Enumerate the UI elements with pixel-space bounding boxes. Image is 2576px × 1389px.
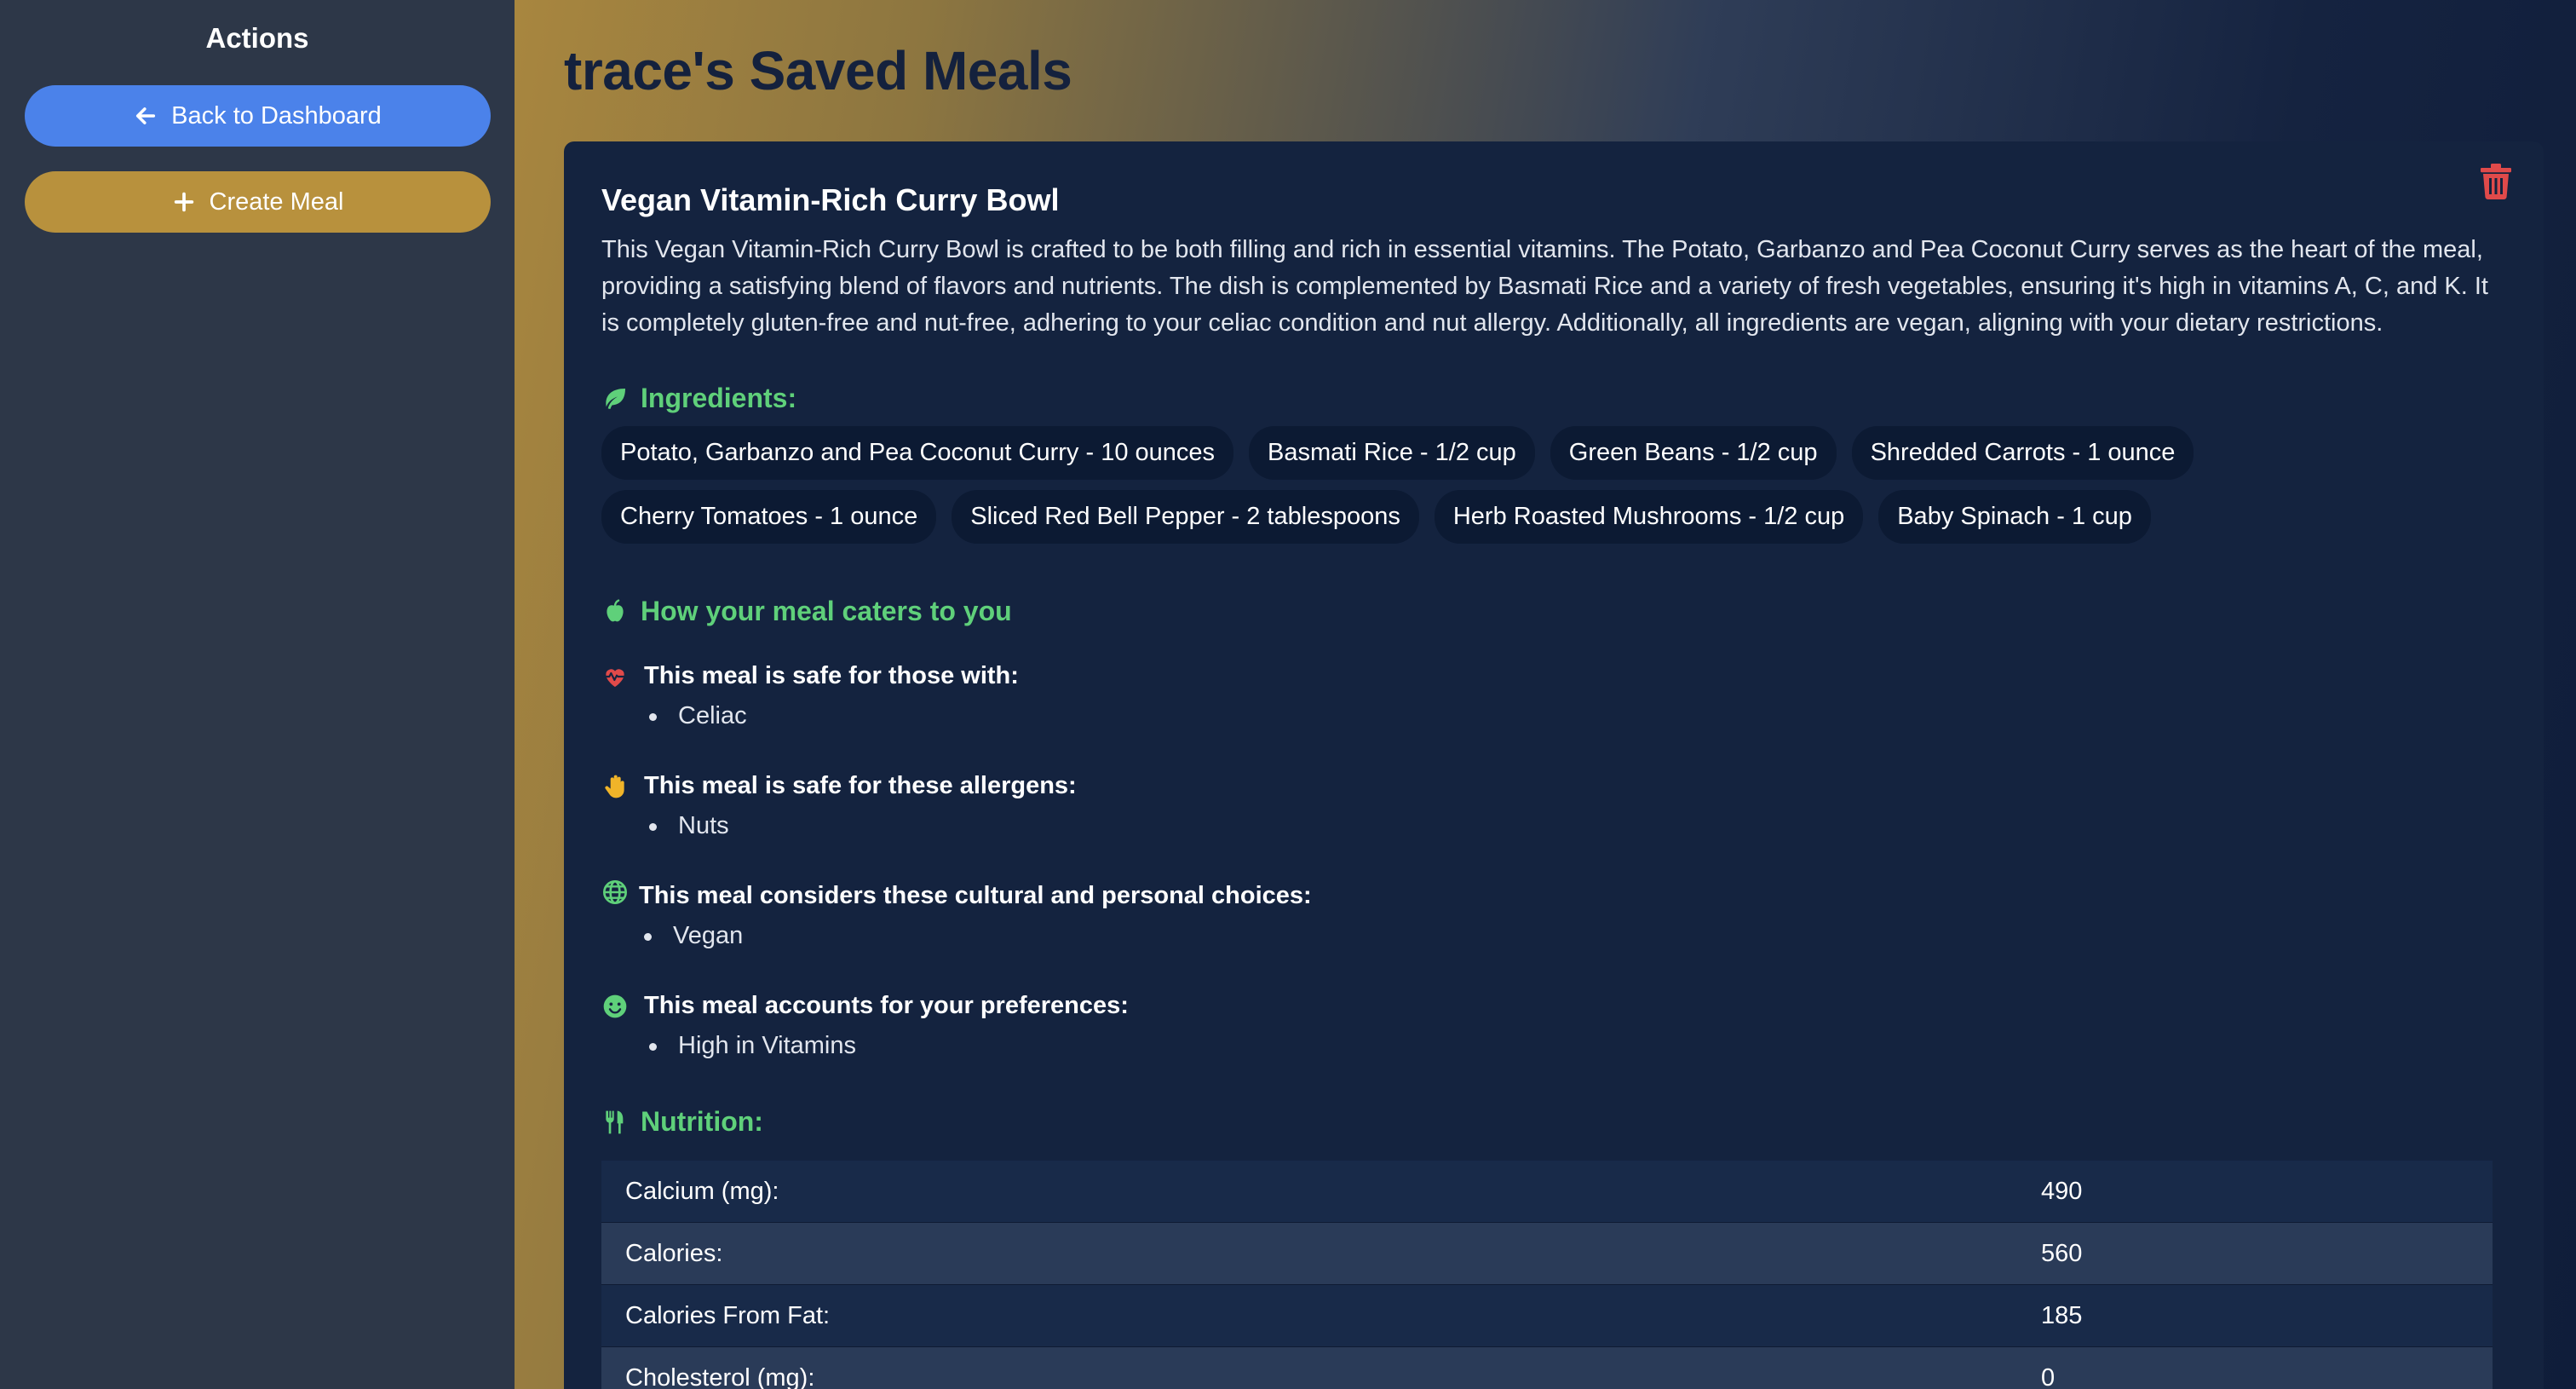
- list-item: Nuts: [644, 809, 1077, 843]
- ingredient-chip: Green Beans - 1/2 cup: [1550, 426, 1837, 480]
- cultural-list: Vegan: [639, 919, 1312, 953]
- arrow-left-icon: [136, 107, 156, 124]
- sidebar-title: Actions: [205, 22, 309, 54]
- nutrition-heading: Nutrition:: [601, 1106, 763, 1138]
- ingredient-chip: Sliced Red Bell Pepper - 2 tablespoons: [952, 490, 1419, 544]
- table-row: Calories: 560: [601, 1223, 2493, 1285]
- nutrition-value: 0: [2041, 1363, 2056, 1389]
- conditions-heading-text: This meal is safe for those with:: [644, 662, 1019, 689]
- table-row: Cholesterol (mg): 0: [601, 1347, 2493, 1389]
- allergens-list: Nuts: [644, 809, 1077, 843]
- apple-icon: [607, 598, 624, 621]
- caters-heading: How your meal caters to you: [601, 596, 1012, 627]
- ingredient-chip: Cherry Tomatoes - 1 ounce: [601, 490, 937, 544]
- ingredient-chip: Herb Roasted Mushrooms - 1/2 cup: [1434, 490, 1864, 544]
- ingredient-chip: Shredded Carrots - 1 ounce: [1851, 426, 2194, 480]
- nutrition-value: 490: [2041, 1177, 2083, 1205]
- nutrition-heading-text: Nutrition:: [641, 1106, 763, 1137]
- preferences-heading: This meal accounts for your preferences:: [601, 992, 1129, 1020]
- conditions-heading: This meal is safe for those with:: [601, 662, 1019, 690]
- sidebar: Actions Back to Dashboard Create Meal: [0, 0, 515, 1389]
- hand-icon: [605, 775, 624, 798]
- heart-pulse-icon: [605, 668, 625, 687]
- nutrition-label: Calories From Fat:: [625, 1301, 831, 1329]
- table-row: Calcium (mg): 490: [601, 1161, 2493, 1223]
- trash-icon[interactable]: [2481, 164, 2511, 199]
- smile-icon: [603, 994, 627, 1017]
- nutrition-value: 185: [2041, 1301, 2083, 1329]
- nutrition-label: Calories:: [625, 1239, 723, 1267]
- conditions-block: This meal is safe for those with: Celiac: [601, 662, 1019, 733]
- ingredients-heading: Ingredients:: [601, 383, 796, 414]
- preferences-list: High in Vitamins: [644, 1029, 1129, 1063]
- meal-card: Vegan Vitamin-Rich Curry Bowl This Vegan…: [564, 141, 2544, 1389]
- cultural-heading-text: This meal considers these cultural and p…: [639, 882, 1312, 909]
- allergens-heading-text: This meal is safe for these allergens:: [644, 772, 1077, 799]
- create-meal-label: Create Meal: [209, 187, 344, 216]
- create-meal-button[interactable]: Create Meal: [25, 171, 491, 233]
- cultural-heading: This meal considers these cultural and p…: [601, 879, 1312, 910]
- conditions-list: Celiac: [644, 699, 1019, 733]
- ingredient-chip: Baby Spinach - 1 cup: [1878, 490, 2151, 544]
- globe-icon: [603, 879, 627, 904]
- table-row: Calories From Fat: 185: [601, 1285, 2493, 1347]
- ingredients-list: Potato, Garbanzo and Pea Coconut Curry -…: [601, 426, 2237, 544]
- preferences-heading-text: This meal accounts for your preferences:: [644, 992, 1129, 1019]
- meal-name: Vegan Vitamin-Rich Curry Bowl: [601, 182, 1060, 217]
- plus-icon: [174, 192, 193, 212]
- list-item: Celiac: [644, 699, 1019, 733]
- cultural-block: This meal considers these cultural and p…: [601, 879, 1312, 953]
- utensils-icon: [606, 1110, 624, 1133]
- leaf-icon: [606, 388, 625, 409]
- meal-description: This Vegan Vitamin-Rich Curry Bowl is cr…: [601, 236, 2488, 337]
- nutrition-label: Calcium (mg):: [625, 1177, 779, 1205]
- nutrition-table: Calcium (mg): 490 Calories: 560 Calories…: [601, 1161, 2493, 1389]
- ingredient-chip: Potato, Garbanzo and Pea Coconut Curry -…: [601, 426, 1234, 480]
- main-content: trace's Saved Meals Vegan Vitamin-Rich C…: [515, 0, 2576, 1389]
- back-to-dashboard-label: Back to Dashboard: [171, 101, 382, 130]
- nutrition-label: Cholesterol (mg):: [625, 1363, 815, 1389]
- nutrition-value: 560: [2041, 1239, 2083, 1267]
- list-item: Vegan: [639, 919, 1312, 953]
- ingredients-heading-text: Ingredients:: [641, 383, 797, 413]
- page-title: trace's Saved Meals: [564, 40, 1072, 101]
- list-item: High in Vitamins: [644, 1029, 1129, 1063]
- back-to-dashboard-button[interactable]: Back to Dashboard: [25, 85, 491, 147]
- caters-heading-text: How your meal caters to you: [641, 596, 1012, 626]
- allergens-block: This meal is safe for these allergens: N…: [601, 772, 1077, 843]
- ingredient-chip: Basmati Rice - 1/2 cup: [1249, 426, 1535, 480]
- preferences-block: This meal accounts for your preferences:…: [601, 992, 1129, 1063]
- allergens-heading: This meal is safe for these allergens:: [601, 772, 1077, 800]
